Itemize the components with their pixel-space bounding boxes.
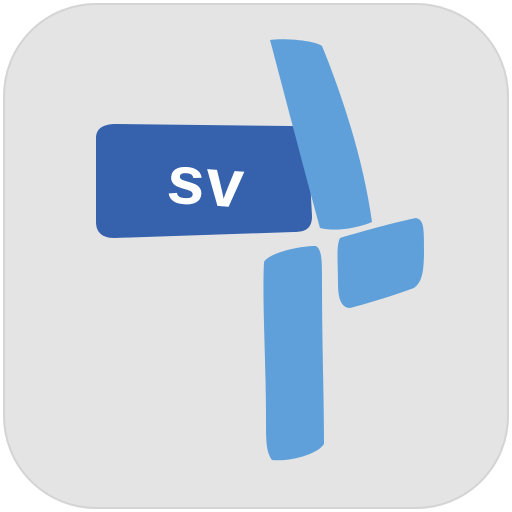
app-icon-graphic	[3, 3, 509, 509]
icon-background	[3, 3, 509, 509]
cross-lower-stem	[263, 246, 324, 461]
app-icon[interactable]: sv	[0, 0, 512, 512]
badge-label: sv	[164, 141, 248, 223]
